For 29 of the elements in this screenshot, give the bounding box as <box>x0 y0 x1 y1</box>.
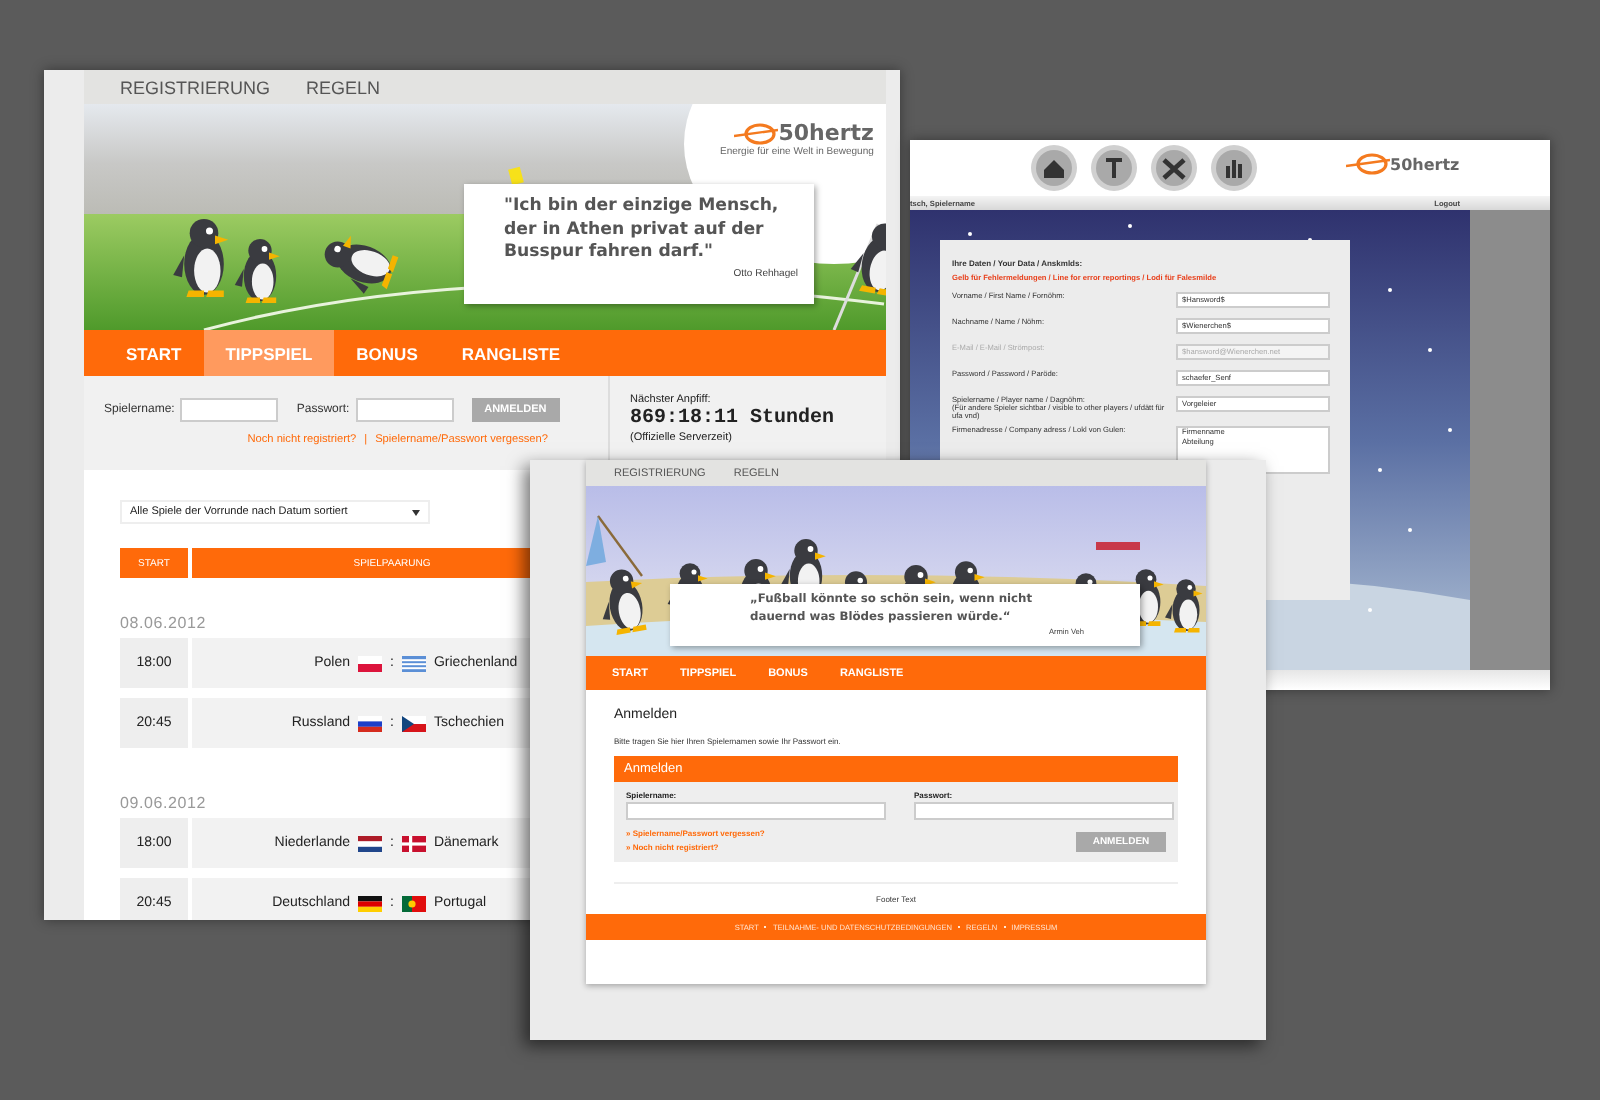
logo-text: 50hertz <box>1390 155 1460 173</box>
flag-icon <box>358 655 383 671</box>
home-icon[interactable] <box>1030 144 1078 192</box>
logo-swoosh-icon <box>1346 152 1390 176</box>
nav-tab[interactable]: TIPPSPIEL <box>203 330 335 376</box>
top-link[interactable]: REGISTRIERUNG <box>120 77 271 97</box>
quote-text: "Ich bin der einzige Mensch, der in Athen privat auf der Busspur fahren darf." <box>504 196 781 266</box>
countdown-text: 869:18:11 Stunden <box>630 408 835 430</box>
flag-icon <box>358 715 383 731</box>
flag-icon <box>358 895 383 911</box>
password-field[interactable] <box>355 398 454 422</box>
nav-tab[interactable]: START <box>104 330 204 376</box>
nav-tab[interactable]: RANGLISTE <box>439 330 582 376</box>
username-field[interactable] <box>180 398 279 422</box>
match-date: 09.06.2012 <box>120 794 207 812</box>
logo-text: 50hertz <box>778 120 874 146</box>
username-field[interactable] <box>626 802 886 820</box>
flag-icon <box>358 835 383 851</box>
flag-icon <box>401 835 426 851</box>
top-link[interactable]: REGELN <box>306 77 381 97</box>
flag-icon <box>401 655 426 671</box>
flag-icon <box>401 715 426 731</box>
match-date: 08.06.2012 <box>120 614 207 632</box>
chart-icon[interactable] <box>1210 144 1258 192</box>
nav-tab[interactable]: BONUS <box>334 330 440 376</box>
password-field[interactable] <box>914 802 1174 820</box>
caret-icon <box>412 509 420 515</box>
flag-icon <box>401 895 426 911</box>
logo-swoosh-icon <box>734 121 779 145</box>
